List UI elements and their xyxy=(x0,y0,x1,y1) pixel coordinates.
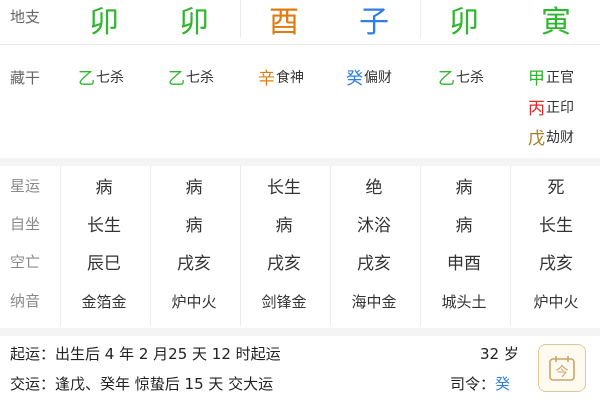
grid-cell: 病 xyxy=(185,216,203,236)
grid-cell: 绝 xyxy=(365,178,383,198)
canggan-item: 辛食神 xyxy=(258,64,304,89)
grid-cell: 戌亥 xyxy=(267,254,301,274)
dizhi-row-label: 地支 xyxy=(10,8,41,26)
canggan-stem: 戊 xyxy=(528,129,545,149)
canggan-item: 乙七杀 xyxy=(438,64,484,89)
canggan-shishen: 七杀 xyxy=(186,69,214,86)
dizhi-char: 酉 xyxy=(269,5,299,40)
canggan-row-label: 藏干 xyxy=(10,69,41,87)
section-band xyxy=(0,158,600,166)
grid-row-label: 纳音 xyxy=(10,292,41,310)
canggan-shishen: 七杀 xyxy=(96,69,124,86)
canggan-stem: 甲 xyxy=(528,69,545,89)
grid-cell: 长生 xyxy=(87,216,121,236)
grid-cell: 长生 xyxy=(267,178,301,198)
dizhi-char: 卯 xyxy=(89,5,119,40)
grid-cell: 辰巳 xyxy=(87,254,121,274)
canggan-shishen: 劫财 xyxy=(546,129,574,146)
canggan-item: 甲正官 xyxy=(528,64,574,89)
jiaoyun-text: 交运：逢戊、癸年 惊蛰后 15 天 交大运 xyxy=(10,375,274,393)
grid-cell: 剑锋金 xyxy=(261,293,307,311)
divider xyxy=(0,44,600,45)
grid-cell: 病 xyxy=(95,178,113,198)
dizhi-char: 寅 xyxy=(541,5,571,40)
column-divider xyxy=(420,0,421,38)
qiyun-text: 起运：出生后 4 年 2 月25 天 12 时起运 xyxy=(10,345,281,363)
grid-cell: 病 xyxy=(185,178,203,198)
grid-cell: 炉中火 xyxy=(533,293,579,311)
grid-cell: 病 xyxy=(455,216,473,236)
siling-field: 司令：癸 xyxy=(450,373,510,394)
grid-divider xyxy=(510,166,511,326)
grid-cell: 城头土 xyxy=(441,293,487,311)
grid-cell: 病 xyxy=(455,178,473,198)
canggan-shishen: 正印 xyxy=(546,99,574,116)
canggan-item: 癸偏财 xyxy=(346,64,392,89)
canggan-shishen: 七杀 xyxy=(456,69,484,86)
grid-cell: 长生 xyxy=(539,216,573,236)
grid-cell: 戌亥 xyxy=(177,254,211,274)
grid-cell: 戌亥 xyxy=(357,254,391,274)
age-text: 32 岁 xyxy=(480,345,519,363)
canggan-stem: 乙 xyxy=(168,69,185,89)
grid-row-label: 星运 xyxy=(10,177,41,195)
canggan-item: 乙七杀 xyxy=(78,64,124,89)
calendar-icon-text: 今 xyxy=(555,364,568,380)
section-band xyxy=(0,328,600,336)
canggan-shishen: 食神 xyxy=(276,69,304,86)
calendar-icon: 今 xyxy=(549,356,575,381)
canggan-item: 乙七杀 xyxy=(168,64,214,89)
dizhi-char: 子 xyxy=(359,5,389,40)
canggan-shishen: 正官 xyxy=(546,69,574,86)
grid-cell: 炉中火 xyxy=(171,293,217,311)
canggan-stem: 癸 xyxy=(346,69,363,89)
canggan-stem: 乙 xyxy=(78,69,95,89)
canggan-stem: 丙 xyxy=(528,99,545,119)
siling-value: 癸 xyxy=(495,375,511,393)
dizhi-char: 卯 xyxy=(179,5,209,40)
canggan-stem: 辛 xyxy=(258,69,275,89)
canggan-item: 丙正印 xyxy=(528,94,574,119)
grid-cell: 海中金 xyxy=(351,293,397,311)
grid-row-label: 自坐 xyxy=(10,215,41,233)
siling-label: 司令： xyxy=(450,375,496,393)
dizhi-char: 卯 xyxy=(449,5,479,40)
grid-cell: 沐浴 xyxy=(357,216,391,236)
grid-cell: 戌亥 xyxy=(539,254,573,274)
grid-cell: 死 xyxy=(547,178,565,198)
column-divider xyxy=(240,0,241,38)
grid-cell: 病 xyxy=(275,216,293,236)
grid-cell: 金箔金 xyxy=(81,293,127,311)
calendar-button[interactable]: 今 xyxy=(538,344,586,392)
grid-cell: 申酉 xyxy=(447,254,481,274)
canggan-stem: 乙 xyxy=(438,69,455,89)
canggan-shishen: 偏财 xyxy=(364,69,392,86)
grid-row-label: 空亡 xyxy=(10,253,41,271)
canggan-item: 戊劫财 xyxy=(528,124,574,149)
